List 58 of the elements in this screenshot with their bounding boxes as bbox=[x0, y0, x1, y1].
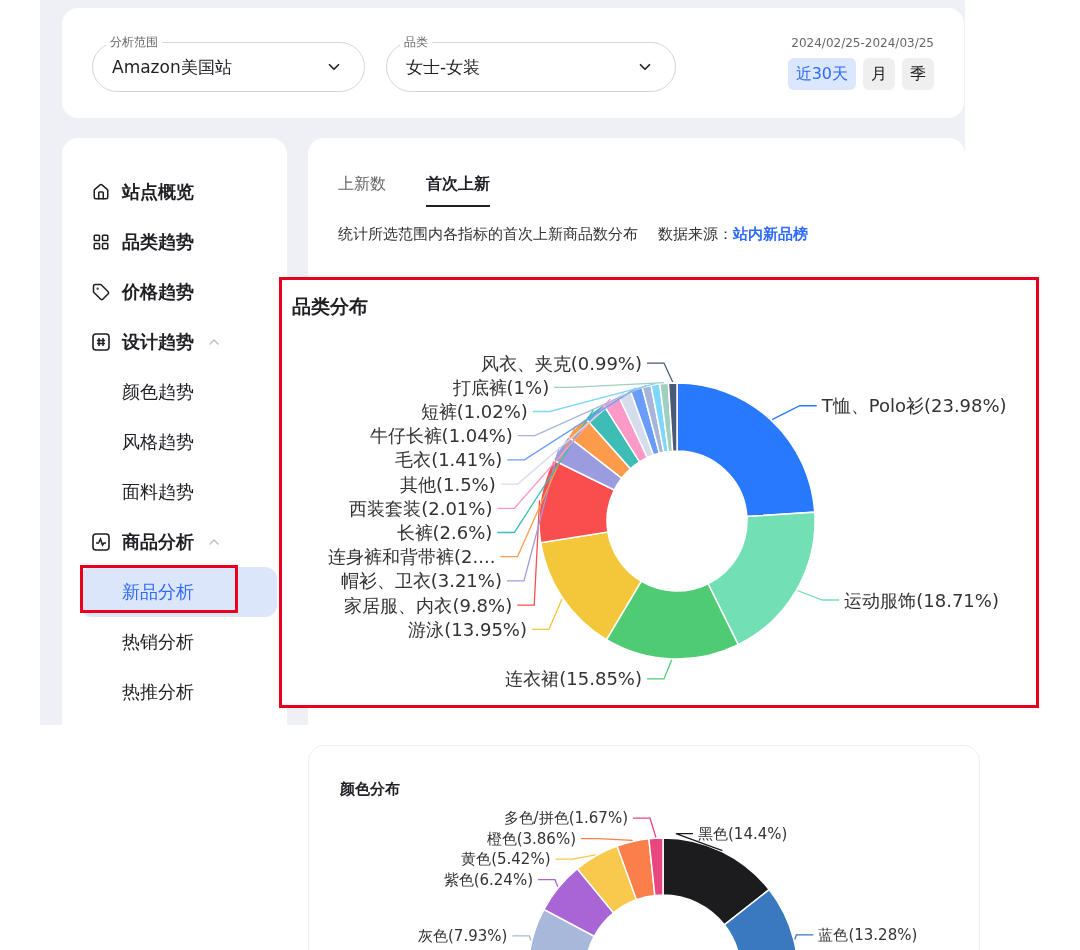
slice-label: 连衣裙(15.85%) bbox=[505, 668, 642, 690]
slice-label: 灰色(7.93%) bbox=[418, 926, 508, 945]
slice-label: 毛衣(1.41%) bbox=[395, 449, 503, 471]
period-button[interactable]: 近30天 bbox=[787, 58, 856, 90]
slice-label: 多色/拼色(1.67%) bbox=[503, 809, 628, 828]
slice-label: 帽衫、卫衣(3.21%) bbox=[340, 570, 502, 592]
slice-label: 短裤(1.02%) bbox=[420, 401, 528, 422]
slice-label: 其他(1.5%) bbox=[399, 473, 496, 495]
slice-label: 紫色(6.24%) bbox=[443, 870, 533, 889]
sidebar-item[interactable]: 品类趋势 bbox=[80, 217, 277, 267]
slice-label: 长裤(2.6%) bbox=[396, 522, 493, 543]
sidebar-item[interactable]: 商品分析 bbox=[80, 517, 277, 567]
slice-label: 连身裤和背带裤(2.... bbox=[328, 546, 496, 568]
sidebar-subitem[interactable]: 颜色趋势 bbox=[80, 367, 277, 417]
slice-label: 西装套装(2.01%) bbox=[349, 497, 493, 519]
slice-label: 游泳(13.95%) bbox=[408, 618, 527, 640]
source-link[interactable]: 站内新品榜 bbox=[733, 225, 808, 244]
slice-label: 运动服饰(18.71%) bbox=[844, 589, 999, 611]
tag-icon bbox=[92, 283, 110, 301]
slice-label: 橙色(3.86%) bbox=[486, 829, 576, 848]
slice-label: 黄色(5.42%) bbox=[461, 850, 551, 869]
hash-square-icon bbox=[92, 333, 110, 351]
tab[interactable]: 上新数 bbox=[338, 168, 386, 207]
period-button[interactable]: 月 bbox=[863, 58, 895, 90]
slice-label: 蓝色(13.28%) bbox=[818, 925, 918, 944]
select-field[interactable]: 品类 女士-女装 bbox=[386, 34, 676, 92]
slice-label: 风衣、夹克(0.99%) bbox=[480, 352, 642, 374]
source-label: 数据来源： bbox=[658, 225, 733, 244]
leader-line bbox=[537, 879, 559, 888]
sidebar-item[interactable]: 价格趋势 bbox=[80, 267, 277, 317]
pulse-square-icon bbox=[92, 533, 110, 551]
leader-line bbox=[796, 589, 840, 601]
panel-title: 品类分布 bbox=[291, 294, 369, 319]
select-field[interactable]: 分析范围 Amazon美国站 bbox=[92, 34, 365, 92]
leader-line bbox=[511, 935, 532, 942]
description-text: 统计所选范围内各指标的首次上新商品数分布 bbox=[338, 225, 638, 244]
panel-title: 颜色分布 bbox=[339, 779, 401, 799]
leader-line bbox=[646, 659, 673, 680]
period-button[interactable]: 季 bbox=[902, 58, 934, 90]
leader-line bbox=[771, 405, 818, 421]
sidebar-subitem[interactable]: 面料趋势 bbox=[80, 467, 277, 517]
slice-label: 牛仔长裤(1.04%) bbox=[369, 425, 513, 447]
slice-label: T恤、Polo衫(23.98%) bbox=[821, 395, 1007, 417]
sidebar-subitem[interactable]: 热推分析 bbox=[80, 667, 277, 717]
slice-label: 打底裤(1%) bbox=[452, 376, 550, 398]
sidebar-item[interactable]: 站点概览 bbox=[80, 167, 277, 217]
sidebar-item[interactable]: 设计趋势 bbox=[80, 317, 277, 367]
tab[interactable]: 首次上新 bbox=[426, 168, 490, 207]
sidebar-subitem[interactable]: 风格趋势 bbox=[80, 417, 277, 467]
grid-icon bbox=[92, 233, 110, 251]
sidebar-subitem[interactable]: 新品分析 bbox=[80, 567, 277, 617]
slice-label: 家居服、内衣(9.8%) bbox=[344, 594, 513, 616]
leader-line bbox=[554, 854, 597, 860]
sidebar-subitem[interactable]: 热销分析 bbox=[80, 617, 277, 667]
home-icon bbox=[92, 183, 110, 201]
leader-line bbox=[794, 934, 815, 941]
slice-label: 黑色(14.4%) bbox=[698, 824, 788, 843]
date-range: 2024/02/25-2024/03/25 bbox=[791, 36, 934, 50]
